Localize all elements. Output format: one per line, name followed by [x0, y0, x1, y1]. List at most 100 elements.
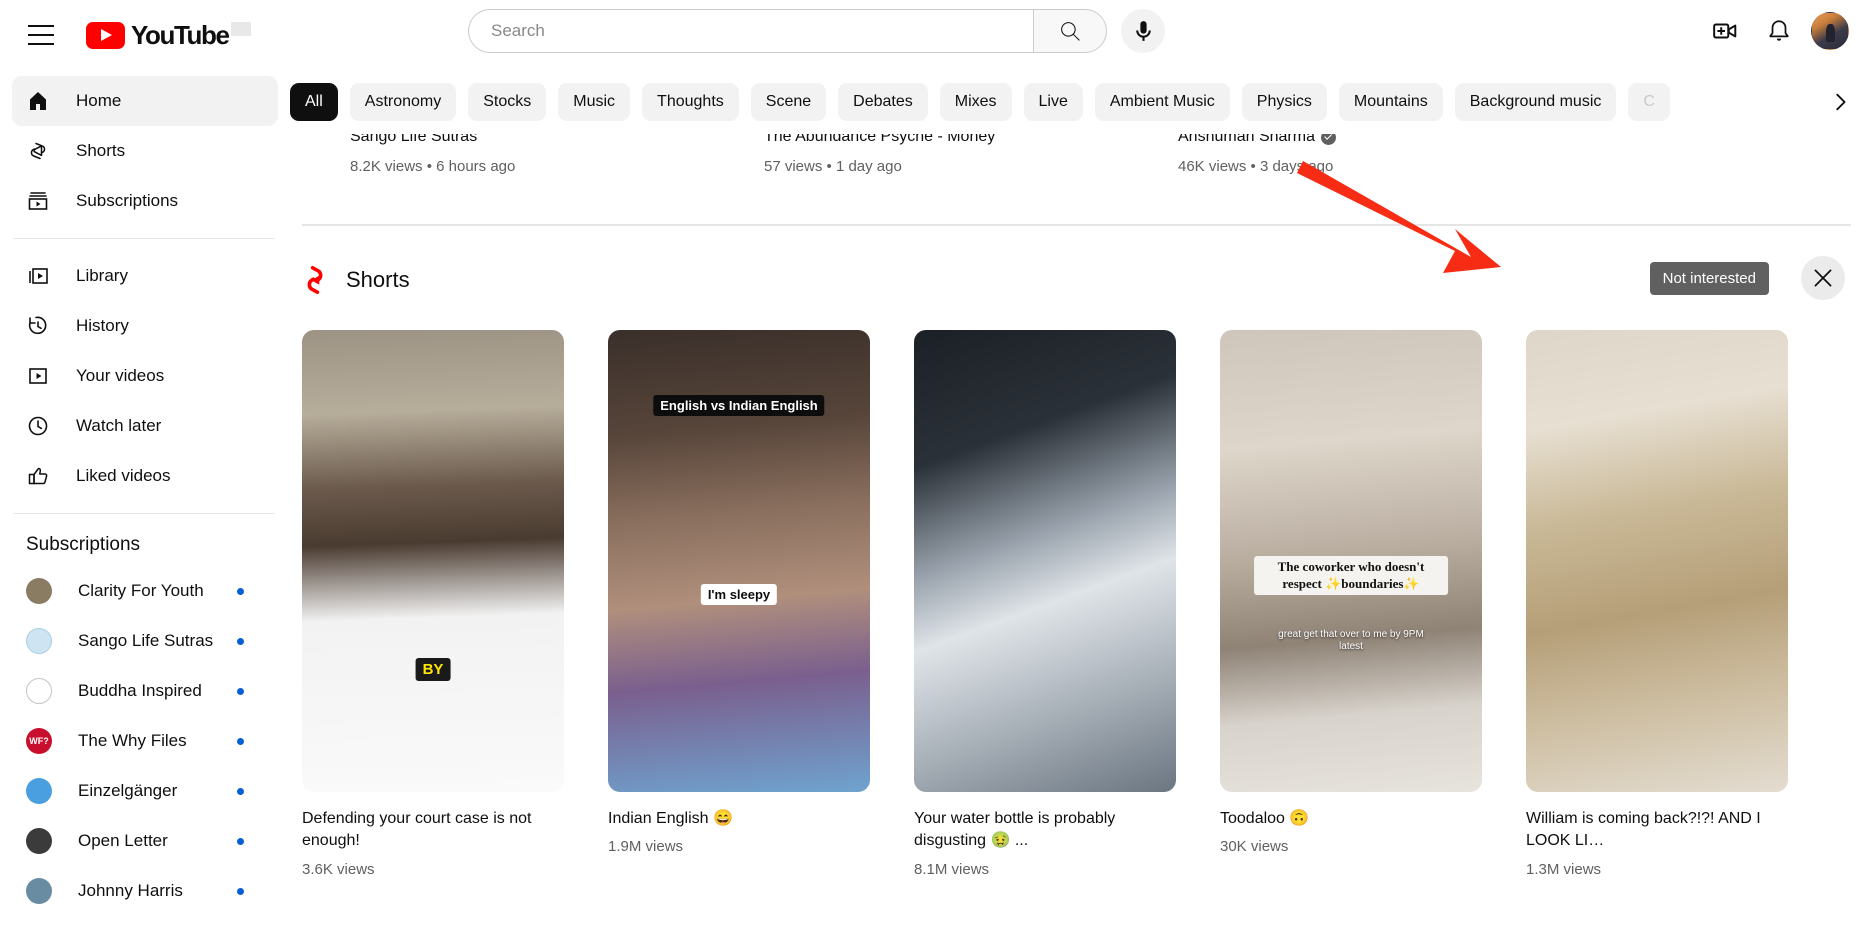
hamburger-icon[interactable]: [12, 6, 70, 64]
chip-background-music[interactable]: Background music: [1454, 83, 1617, 121]
channel-name: Einzelgänger: [78, 781, 178, 800]
sidebar-channel-the-why-files[interactable]: WF? The Why Files: [12, 716, 278, 766]
youtube-logo[interactable]: YouTube: [86, 19, 251, 51]
subscriptions-icon: [26, 189, 50, 213]
video-card-partial-1[interactable]: Sango Life Sutras 8.2K views • 6 hours a…: [350, 134, 515, 175]
shorts-card[interactable]: English vs Indian English I'm sleepy Ind…: [608, 330, 870, 878]
shorts-view-count: 30K views: [1220, 838, 1289, 856]
chip-astronomy[interactable]: Astronomy: [349, 83, 457, 121]
shorts-thumbnail[interactable]: The coworker who doesn't respect ✨bounda…: [1220, 330, 1482, 792]
chip-list: All Astronomy Stocks Music Thoughts Scen…: [290, 83, 1670, 121]
clock-icon: [26, 414, 50, 438]
channel-name: Buddha Inspired: [78, 681, 202, 700]
chip-physics[interactable]: Physics: [1241, 83, 1327, 121]
search-button[interactable]: [1033, 9, 1107, 53]
shorts-title: Your water bottle is probably disgusting…: [914, 810, 1116, 850]
sidebar-item-library[interactable]: Library: [12, 251, 278, 301]
chip-all[interactable]: All: [290, 83, 338, 121]
new-content-dot: [237, 887, 244, 895]
chip-mixes[interactable]: Mixes: [939, 83, 1012, 121]
sidebar-item-subscriptions[interactable]: Subscriptions: [12, 176, 278, 226]
sidebar-channel-buddha-inspired[interactable]: Buddha Inspired: [12, 666, 278, 716]
chip-partial[interactable]: C: [1628, 83, 1670, 121]
chip-live[interactable]: Live: [1023, 83, 1083, 121]
video-channel-name: Anshuman Sharma: [1178, 134, 1336, 146]
shorts-thumbnail[interactable]: BY: [302, 330, 564, 792]
new-content-dot: [237, 637, 244, 645]
shorts-card[interactable]: BY Defending your court case is not enou…: [302, 330, 564, 878]
chip-debates[interactable]: Debates: [838, 83, 928, 121]
close-icon: [1814, 269, 1832, 287]
chip-music[interactable]: Music: [558, 83, 631, 121]
chip-thoughts[interactable]: Thoughts: [642, 83, 739, 121]
sidebar-item-your-videos[interactable]: Your videos: [12, 351, 278, 401]
main-content: Sango Life Sutras 8.2K views • 6 hours a…: [290, 134, 1863, 935]
shorts-card[interactable]: Your water bottle is probably disgusting…: [914, 330, 1176, 878]
chip-scene[interactable]: Scene: [750, 83, 827, 121]
shorts-card[interactable]: William is coming back?!?! AND I LOOK LI…: [1526, 330, 1788, 878]
sidebar-channel-open-letter[interactable]: Open Letter: [12, 816, 278, 866]
sidebar-item-label: Watch later: [76, 416, 162, 435]
avatar[interactable]: [1811, 12, 1849, 50]
shorts-thumbnail[interactable]: [914, 330, 1176, 792]
chevron-right-icon: [1836, 93, 1846, 111]
shorts-thumbnail[interactable]: [1526, 330, 1788, 792]
youtube-logo-text: YouTube: [131, 19, 230, 50]
previous-video-row: Sango Life Sutras 8.2K views • 6 hours a…: [290, 134, 1863, 206]
sidebar-channel-sango-life-sutras[interactable]: Sango Life Sutras: [12, 616, 278, 666]
search-area: [468, 9, 1165, 53]
channel-avatar: [26, 628, 52, 654]
shorts-thumbnail[interactable]: English vs Indian English I'm sleepy: [608, 330, 870, 792]
sidebar-item-label: Subscriptions: [76, 191, 179, 210]
sidebar-channel-einzelganger[interactable]: Einzelgänger: [12, 766, 278, 816]
channel-name: The Why Files: [78, 731, 187, 750]
home-icon: [26, 89, 50, 113]
channel-name: Open Letter: [78, 831, 168, 850]
create-video-icon: [1713, 23, 1737, 39]
video-card-partial-3[interactable]: Anshuman Sharma 46K views • 3 days ago: [1178, 134, 1336, 175]
channel-avatar: [26, 828, 52, 854]
sidebar-item-shorts[interactable]: Shorts: [12, 126, 278, 176]
your-videos-icon: [26, 364, 50, 388]
shorts-view-count: 1.3M views: [1526, 860, 1602, 878]
video-channel-name: The Abundance Psyche - Money: [764, 134, 996, 145]
channel-avatar: WF?: [26, 728, 52, 754]
notifications-button[interactable]: [1757, 9, 1801, 53]
sidebar-item-home[interactable]: Home: [12, 76, 278, 126]
sidebar-channel-clarity-for-youth[interactable]: Clarity For Youth: [12, 566, 278, 616]
shorts-card[interactable]: The coworker who doesn't respect ✨bounda…: [1220, 330, 1482, 878]
search-input[interactable]: [491, 21, 1033, 41]
channel-name: Johnny Harris: [78, 881, 183, 900]
library-icon: [26, 264, 50, 288]
shorts-logo-icon: [302, 265, 328, 295]
sidebar-item-label: History: [76, 316, 129, 335]
sidebar-item-watch-later[interactable]: Watch later: [12, 401, 278, 451]
sidebar-channel-johnny-harris[interactable]: Johnny Harris: [12, 866, 278, 916]
verified-badge-icon: [1320, 134, 1336, 145]
history-icon: [26, 314, 50, 338]
sidebar: Home Shorts Subscriptions Library Histor…: [0, 70, 290, 935]
sidebar-item-history[interactable]: History: [12, 301, 278, 351]
video-meta: 57 views • 1 day ago: [764, 158, 902, 175]
chip-next-button[interactable]: [1821, 83, 1859, 121]
chip-mountains[interactable]: Mountains: [1338, 83, 1443, 121]
shorts-section-title: Shorts: [346, 267, 410, 292]
shorts-title: Indian English 😄: [608, 810, 733, 827]
shorts-section-header: Shorts Not interested: [302, 256, 1863, 304]
microphone-icon: [1135, 20, 1151, 41]
voice-search-button[interactable]: [1121, 9, 1165, 53]
section-divider: [302, 224, 1851, 226]
channel-name: Clarity For Youth: [78, 581, 204, 600]
new-content-dot: [237, 787, 244, 795]
new-content-dot: [237, 587, 244, 595]
chip-stocks[interactable]: Stocks: [468, 83, 547, 121]
chip-ambient-music[interactable]: Ambient Music: [1094, 83, 1230, 121]
sidebar-item-liked-videos[interactable]: Liked videos: [12, 451, 278, 501]
sidebar-divider-2: [14, 513, 274, 514]
close-shorts-section-button[interactable]: [1801, 256, 1845, 300]
shorts-grid: BY Defending your court case is not enou…: [302, 330, 1863, 878]
search-box[interactable]: [468, 9, 1033, 53]
create-video-button[interactable]: [1703, 9, 1747, 53]
video-card-partial-2[interactable]: The Abundance Psyche - Money 57 views • …: [764, 134, 995, 175]
top-bar: YouTube: [0, 0, 1863, 70]
